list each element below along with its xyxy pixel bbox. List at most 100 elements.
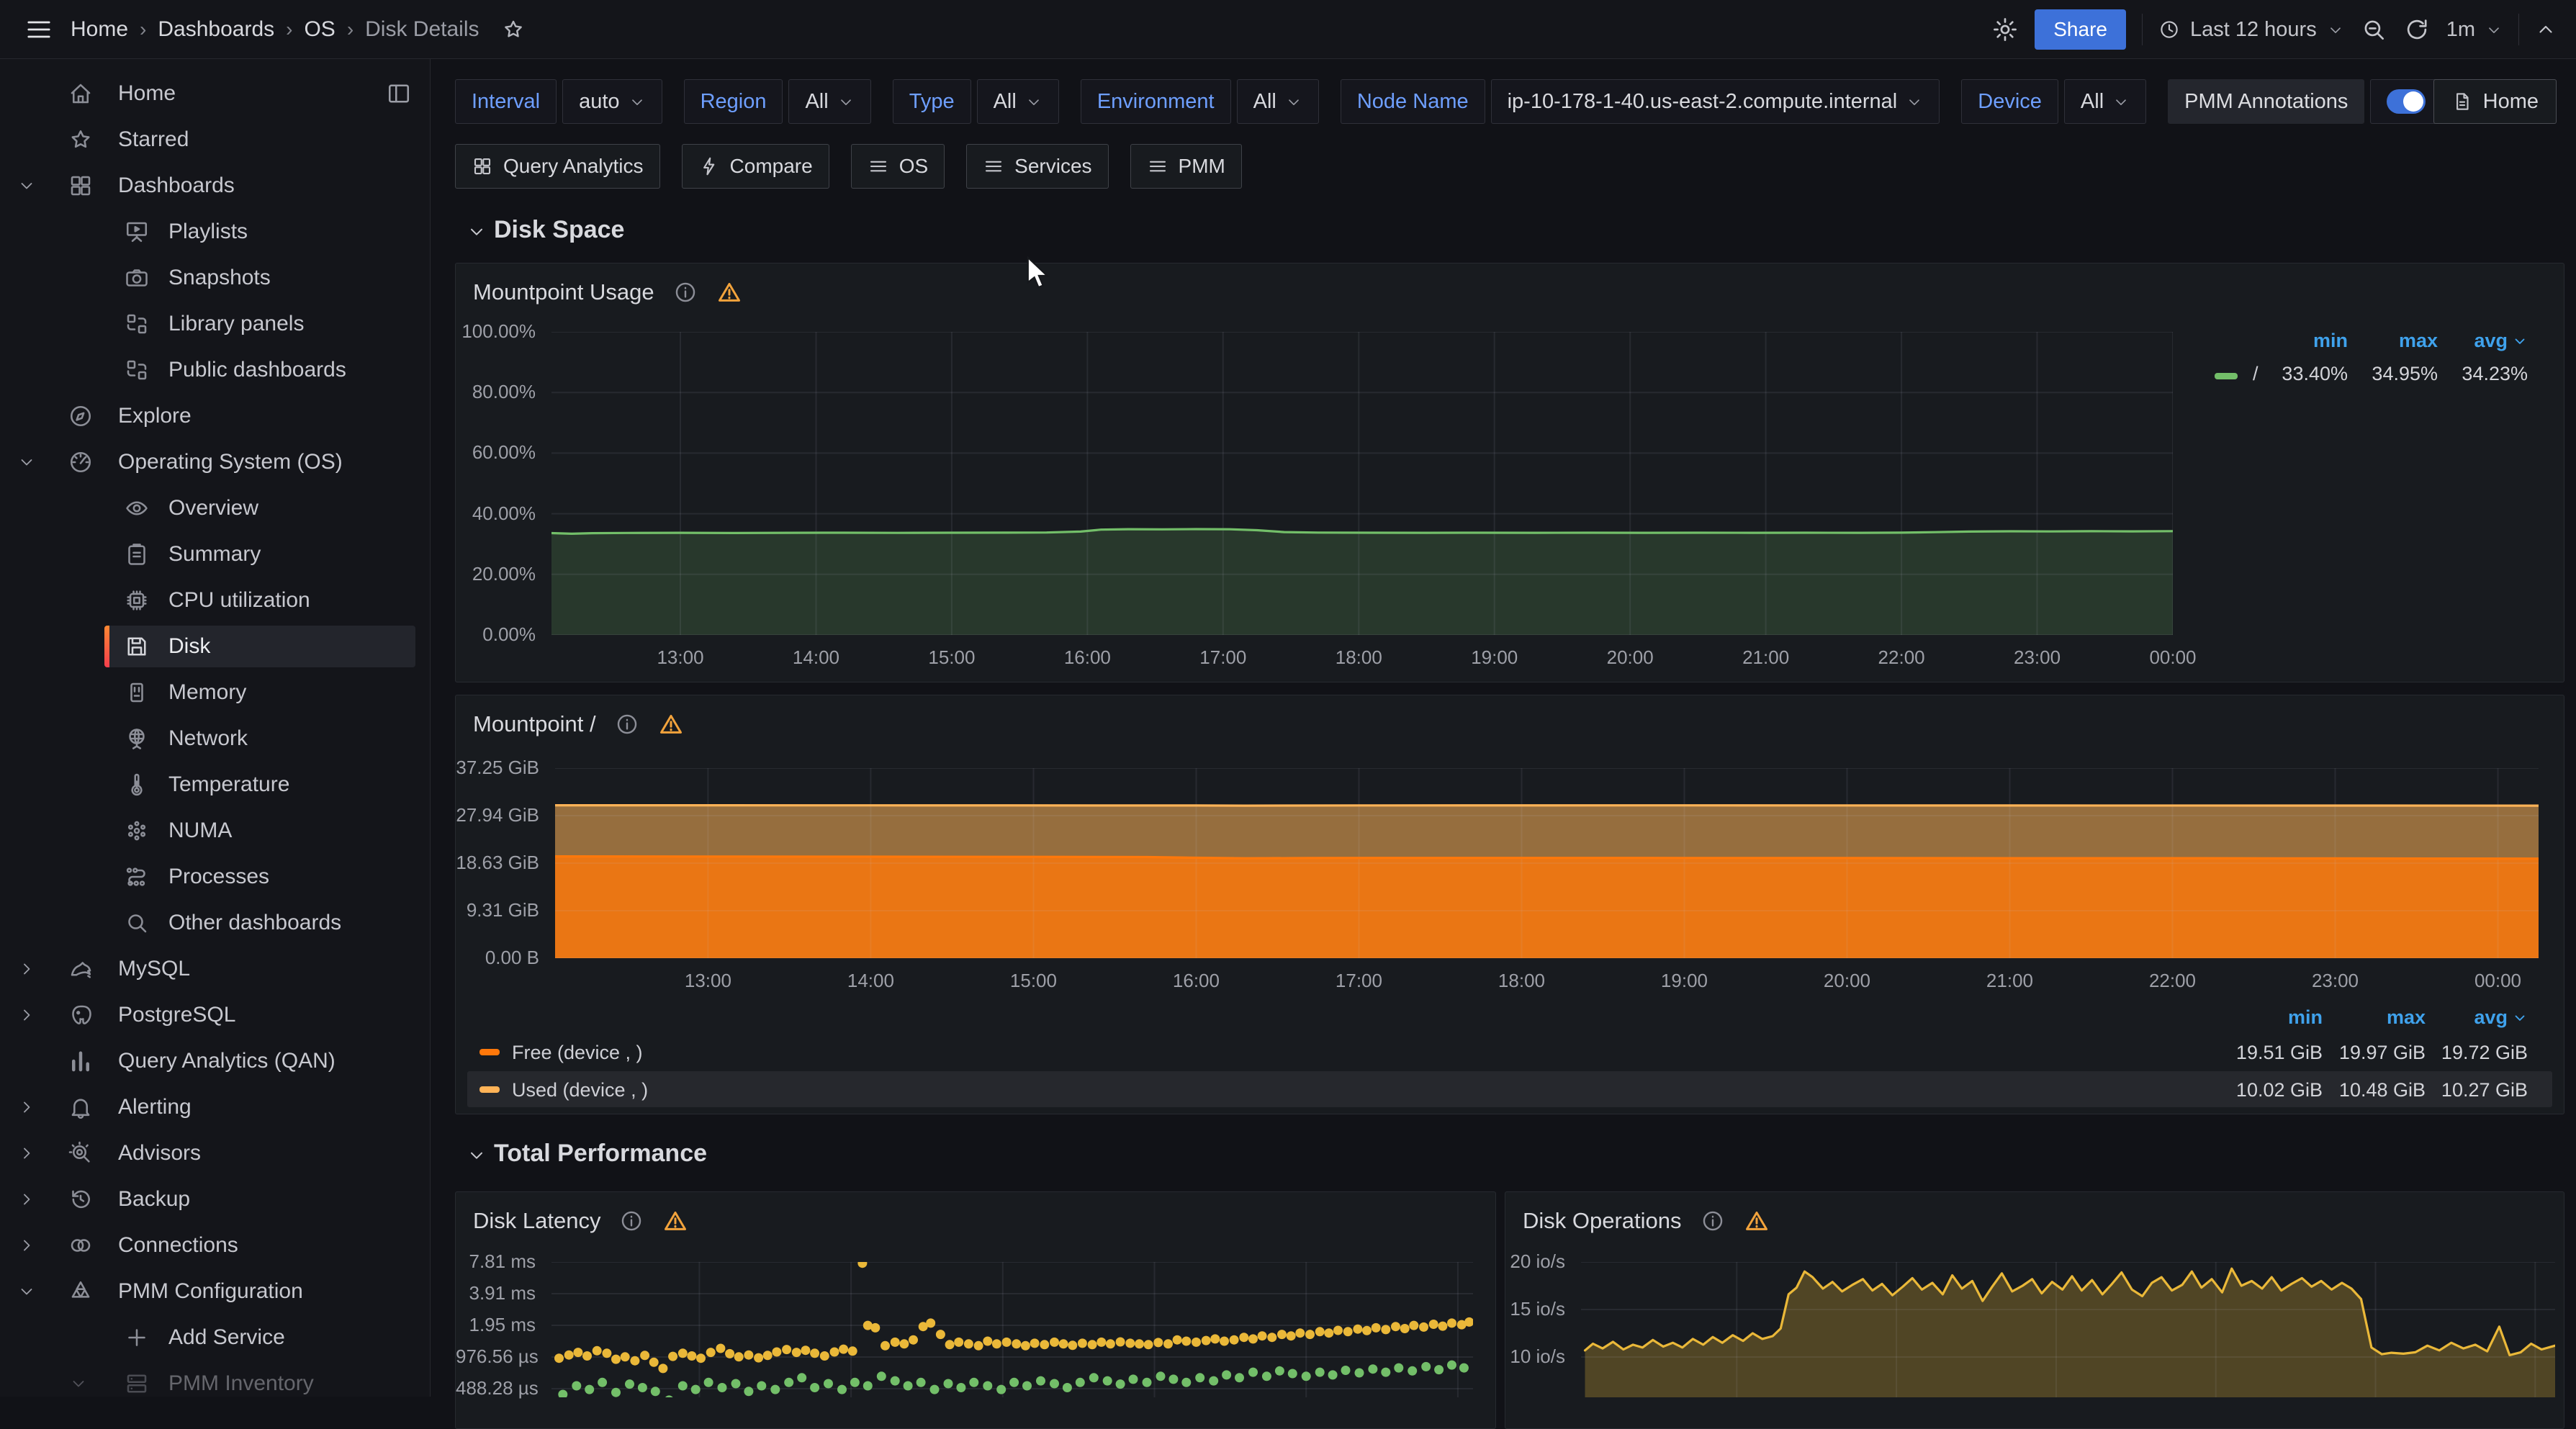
menu-icon[interactable] bbox=[24, 15, 53, 44]
zoom-out-icon[interactable] bbox=[2360, 16, 2387, 43]
sidebar-item-connections[interactable]: Connections bbox=[0, 1222, 430, 1268]
chevron-down-icon[interactable] bbox=[17, 453, 36, 472]
collapse-sidebar-icon[interactable] bbox=[386, 81, 412, 107]
legend-series-label[interactable]: Used (device , ) bbox=[512, 1079, 648, 1101]
chevron-right-icon[interactable] bbox=[17, 1006, 36, 1024]
sidebar-item-public-dashboards[interactable]: Public dashboards bbox=[0, 347, 430, 393]
sidebar-item-playlists[interactable]: Playlists bbox=[0, 209, 430, 255]
sidebar-item-postgresql[interactable]: PostgreSQL bbox=[0, 992, 430, 1038]
legend-header-min[interactable]: min bbox=[2313, 330, 2348, 352]
chart-mountpoint-[interactable] bbox=[555, 768, 2539, 958]
sidebar-item-processes[interactable]: Processes bbox=[0, 854, 430, 900]
x-axis-tick-label: 15:00 bbox=[990, 970, 1076, 992]
panel-title[interactable]: Disk Operations bbox=[1523, 1208, 1682, 1234]
legend-header-avg[interactable]: avg bbox=[2474, 330, 2528, 352]
x-axis-tick-label: 18:00 bbox=[1315, 646, 1402, 669]
chevron-right-icon[interactable] bbox=[17, 960, 36, 978]
section-disk-space[interactable]: Disk Space bbox=[467, 216, 624, 244]
sidebar-item-temperature[interactable]: Temperature bbox=[0, 762, 430, 808]
sidebar-item-add-service[interactable]: Add Service bbox=[0, 1315, 430, 1361]
chevron-down-icon[interactable] bbox=[17, 1282, 36, 1301]
node-name-select[interactable]: ip-10-178-1-40.us-east-2.compute.interna… bbox=[1491, 79, 1940, 124]
panel-title[interactable]: Disk Latency bbox=[473, 1208, 600, 1234]
chevron-right-icon[interactable] bbox=[17, 1098, 36, 1117]
chevron-down-icon[interactable] bbox=[17, 176, 36, 195]
interval-select[interactable]: auto bbox=[562, 79, 662, 124]
refresh-interval-picker[interactable]: 1m bbox=[2446, 18, 2503, 42]
services-button[interactable]: Services bbox=[966, 144, 1108, 189]
chevron-down-icon[interactable] bbox=[69, 1374, 88, 1393]
sidebar-item-network[interactable]: Network bbox=[0, 716, 430, 762]
legend-value: 10.02 GiB bbox=[2236, 1079, 2323, 1101]
sidebar-item-other-dashboards[interactable]: Other dashboards bbox=[0, 900, 430, 946]
sidebar-item-dashboards[interactable]: Dashboards bbox=[0, 163, 430, 209]
legend-series-label[interactable]: / bbox=[2253, 363, 2258, 385]
collapse-topbar-icon[interactable] bbox=[2535, 19, 2557, 40]
chevron-right-icon[interactable] bbox=[17, 1236, 36, 1255]
panel-title[interactable]: Mountpoint / bbox=[473, 711, 596, 737]
region-select[interactable]: All bbox=[788, 79, 870, 124]
chart-disk-latency[interactable] bbox=[551, 1262, 1473, 1397]
environment-select[interactable]: All bbox=[1237, 79, 1319, 124]
legend-header-max[interactable]: max bbox=[2399, 330, 2438, 352]
panel-title[interactable]: Mountpoint Usage bbox=[473, 279, 654, 305]
os-button[interactable]: OS bbox=[851, 144, 945, 189]
chart-mountpoint-usage[interactable] bbox=[551, 332, 2173, 635]
sidebar-item-snapshots[interactable]: Snapshots bbox=[0, 255, 430, 301]
sidebar-item-cpu-utilization[interactable]: CPU utilization bbox=[0, 577, 430, 623]
legend-series-label[interactable]: Free (device , ) bbox=[512, 1042, 643, 1064]
sidebar-item-operating-system[interactable]: Operating System (OS) bbox=[0, 439, 430, 485]
legend-header-max[interactable]: max bbox=[2387, 1006, 2426, 1029]
sidebar-item-numa[interactable]: NUMA bbox=[0, 808, 430, 854]
chevron-right-icon[interactable] bbox=[17, 1190, 36, 1209]
query-analytics-button[interactable]: Query Analytics bbox=[455, 144, 660, 189]
x-axis-tick-label: 21:00 bbox=[1723, 646, 1809, 669]
sidebar-item-query-analytics[interactable]: Query Analytics (QAN) bbox=[0, 1038, 430, 1084]
chevron-right-icon[interactable] bbox=[17, 1144, 36, 1163]
favorite-star-icon[interactable] bbox=[501, 17, 526, 42]
time-range-picker[interactable]: Last 12 hours bbox=[2158, 18, 2344, 42]
pmm-button[interactable]: PMM bbox=[1130, 144, 1242, 189]
device-select[interactable]: All bbox=[2064, 79, 2146, 124]
sidebar-item-pmm-inventory[interactable]: PMM Inventory bbox=[0, 1361, 430, 1407]
sidebar-item-alerting[interactable]: Alerting bbox=[0, 1084, 430, 1130]
filter-node-name: Node Name ip-10-178-1-40.us-east-2.compu… bbox=[1341, 79, 1940, 124]
sidebar-item-backup[interactable]: Backup bbox=[0, 1176, 430, 1222]
breadcrumb-dashboards[interactable]: Dashboards bbox=[158, 17, 274, 42]
pmm-annotations-toggle[interactable] bbox=[2370, 79, 2442, 124]
chart-disk-operations[interactable] bbox=[1581, 1262, 2555, 1397]
sidebar-item-overview[interactable]: Overview bbox=[0, 485, 430, 531]
sidebar-item-explore[interactable]: Explore bbox=[0, 393, 430, 439]
warning-icon[interactable] bbox=[1744, 1208, 1770, 1234]
warning-icon[interactable] bbox=[662, 1208, 688, 1234]
sidebar-item-mysql[interactable]: MySQL bbox=[0, 946, 430, 992]
share-button[interactable]: Share bbox=[2035, 9, 2126, 50]
interval-label: Interval bbox=[455, 79, 557, 124]
compare-button[interactable]: Compare bbox=[682, 144, 829, 189]
camera-icon bbox=[124, 265, 150, 291]
sidebar-item-starred[interactable]: Starred bbox=[0, 117, 430, 163]
info-icon[interactable] bbox=[619, 1209, 644, 1233]
sidebar-item-disk[interactable]: Disk bbox=[0, 623, 430, 670]
breadcrumb-home[interactable]: Home bbox=[71, 17, 128, 42]
dashboard-settings-icon[interactable] bbox=[1991, 16, 2019, 43]
info-icon[interactable] bbox=[615, 712, 639, 736]
legend-header-avg[interactable]: avg bbox=[2474, 1006, 2528, 1029]
warning-icon[interactable] bbox=[716, 279, 742, 305]
refresh-icon[interactable] bbox=[2403, 16, 2431, 43]
info-icon[interactable] bbox=[1701, 1209, 1725, 1233]
breadcrumb-os[interactable]: OS bbox=[304, 17, 335, 42]
sidebar-item-memory[interactable]: Memory bbox=[0, 670, 430, 716]
sidebar-item-library-panels[interactable]: Library panels bbox=[0, 301, 430, 347]
sidebar-item-summary[interactable]: Summary bbox=[0, 531, 430, 577]
section-total-performance[interactable]: Total Performance bbox=[467, 1140, 707, 1168]
legend-header-min[interactable]: min bbox=[2288, 1006, 2323, 1029]
sidebar-item-home[interactable]: Home bbox=[0, 71, 430, 117]
info-icon[interactable] bbox=[673, 280, 698, 305]
sidebar-item-pmm-configuration[interactable]: PMM Configuration bbox=[0, 1268, 430, 1315]
sidebar-item-advisors[interactable]: Advisors bbox=[0, 1130, 430, 1176]
toggle-switch[interactable] bbox=[2387, 89, 2426, 114]
warning-icon[interactable] bbox=[658, 711, 684, 737]
home-dashboard-button[interactable]: Home bbox=[2433, 79, 2557, 124]
type-select[interactable]: All bbox=[977, 79, 1059, 124]
